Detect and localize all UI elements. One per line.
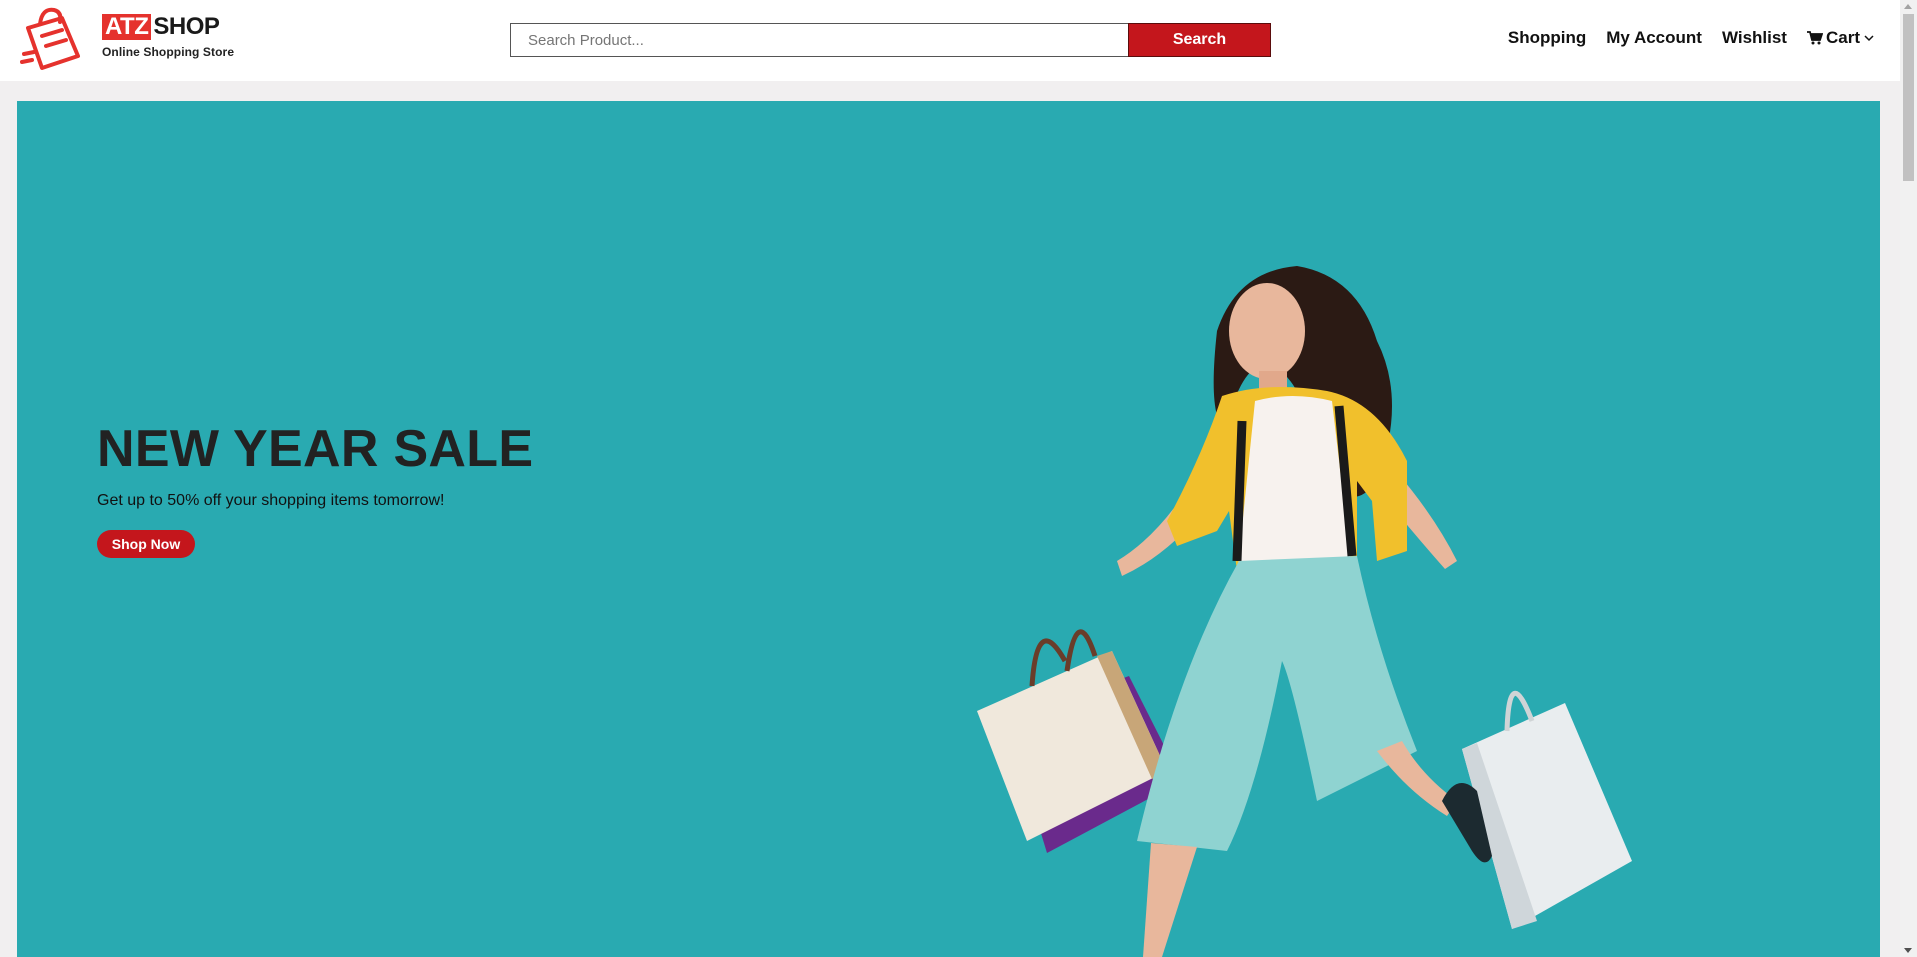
cart-label: Cart: [1825, 28, 1860, 47]
logo-text: ATZ SHOP Online Shopping Store: [102, 14, 234, 59]
nav-item-my-account[interactable]: My Account: [1606, 28, 1702, 48]
page-scrollbar[interactable]: [1900, 0, 1917, 957]
logo-title: ATZ SHOP: [102, 14, 234, 40]
site-header: ATZ SHOP Online Shopping Store Search Sh…: [0, 0, 1900, 81]
logo-tagline: Online Shopping Store: [102, 45, 235, 59]
site-logo[interactable]: ATZ SHOP Online Shopping Store: [18, 4, 234, 74]
hero-subtitle: Get up to 50% off your shopping items to…: [97, 492, 445, 509]
main-nav: Shopping My Account Wishlist Cart: [1488, 28, 1874, 48]
logo-prefix: ATZ: [102, 14, 152, 40]
hero-shopper-image: [977, 266, 1632, 957]
scroll-thumb[interactable]: [1903, 14, 1914, 181]
nav-item-shopping[interactable]: Shopping: [1508, 28, 1586, 48]
logo-suffix: SHOP: [153, 13, 220, 40]
shopping-bag-icon: [20, 7, 80, 70]
nav-item-wishlist[interactable]: Wishlist: [1722, 28, 1787, 48]
search-button[interactable]: Search: [1128, 23, 1271, 57]
hero-title: NEW YEAR SALE: [97, 420, 534, 478]
search-input[interactable]: [510, 23, 1128, 57]
nav-item-cart[interactable]: Cart: [1806, 28, 1874, 48]
search-bar: Search: [510, 23, 1271, 57]
chevron-down-icon: [1864, 35, 1874, 42]
scroll-up-arrow-icon[interactable]: [1904, 4, 1912, 9]
hero-banner: NEW YEAR SALE Get up to 50% off your sho…: [17, 101, 1880, 957]
scroll-down-arrow-icon[interactable]: [1904, 948, 1912, 953]
shop-now-button[interactable]: Shop Now: [97, 530, 195, 558]
cart-icon: [1806, 31, 1823, 45]
